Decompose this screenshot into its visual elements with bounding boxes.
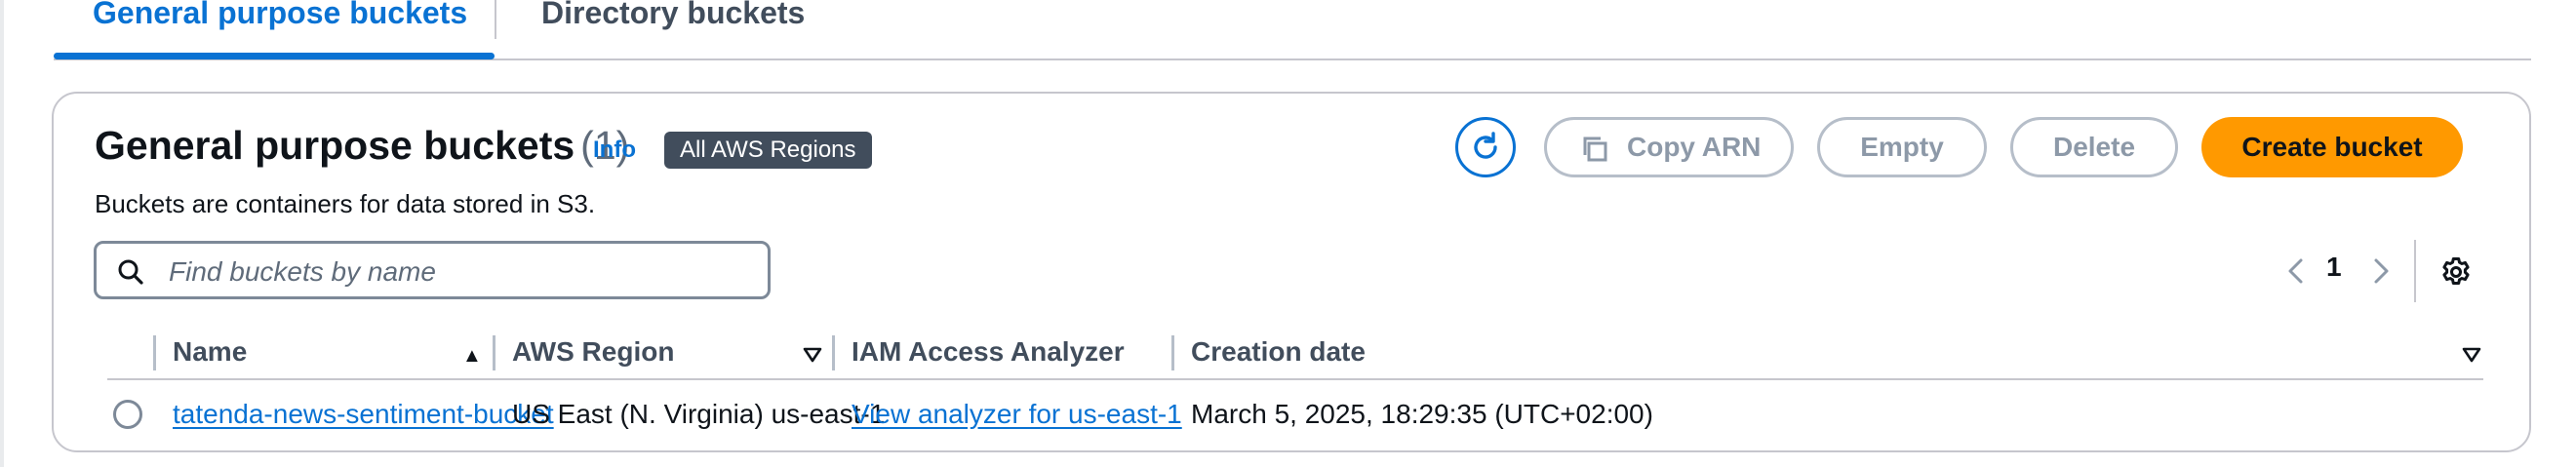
- bucket-name-link[interactable]: tatenda-news-sentiment-bucket: [173, 399, 554, 430]
- table-description: Buckets are containers for data stored i…: [95, 189, 596, 218]
- copy-icon: [1583, 136, 1607, 162]
- column-header-region[interactable]: AWS Region: [512, 336, 674, 368]
- column-divider[interactable]: [832, 335, 835, 370]
- tab-label: General purpose buckets: [93, 0, 468, 30]
- copy-arn-button[interactable]: Copy ARN: [1544, 117, 1794, 177]
- tab-divider: [495, 0, 496, 39]
- bucket-region: US East (N. Virginia) us-east-1: [512, 399, 886, 429]
- search-field[interactable]: [94, 241, 771, 299]
- page-left-border: [0, 0, 4, 467]
- region-badge: All AWS Regions: [664, 132, 872, 169]
- table-header: Name ▲ AWS Region IAM Access Analyzer Cr…: [107, 328, 2483, 380]
- bucket-type-tabs: General purpose buckets Directory bucket…: [54, 0, 2531, 60]
- buckets-table-container: General purpose buckets (1) Info All AWS …: [52, 92, 2531, 452]
- bucket-creation-date: March 5, 2025, 18:29:35 (UTC+02:00): [1191, 399, 1653, 429]
- copy-arn-label: Copy ARN: [1627, 132, 1762, 162]
- row-select-radio[interactable]: [113, 400, 142, 429]
- refresh-icon: [1474, 132, 1497, 159]
- column-header-access-analyzer[interactable]: IAM Access Analyzer: [852, 336, 1125, 368]
- sort-ascending-icon[interactable]: ▲: [462, 345, 482, 368]
- search-icon: [118, 259, 143, 285]
- create-bucket-button[interactable]: Create bucket: [2201, 117, 2463, 177]
- table-row: tatenda-news-sentiment-bucket US East (N…: [107, 378, 2483, 448]
- empty-button[interactable]: Empty: [1817, 117, 1987, 177]
- page-title: General purpose buckets (1): [95, 123, 629, 168]
- refresh-button[interactable]: [1455, 117, 1516, 177]
- delete-button[interactable]: Delete: [2010, 117, 2178, 177]
- column-header-creation-date[interactable]: Creation date: [1191, 336, 1366, 368]
- info-link[interactable]: Info: [593, 136, 636, 164]
- search-input[interactable]: [167, 252, 756, 292]
- tab-label: Directory buckets: [541, 0, 806, 30]
- column-divider: [153, 335, 156, 370]
- column-header-name[interactable]: Name: [173, 336, 247, 368]
- sort-descending-icon[interactable]: [2462, 347, 2481, 363]
- sort-descending-icon[interactable]: [803, 347, 822, 363]
- tab-general-purpose-buckets[interactable]: General purpose buckets: [54, 0, 495, 59]
- chevron-right-icon[interactable]: [2372, 257, 2392, 285]
- access-analyzer-link[interactable]: View analyzer for us-east-1: [852, 399, 1182, 430]
- title-text: General purpose buckets: [95, 123, 575, 168]
- active-tab-indicator: [54, 53, 495, 59]
- tab-directory-buckets[interactable]: Directory buckets: [541, 0, 892, 57]
- pagination-divider: [2414, 240, 2416, 302]
- gear-icon[interactable]: [2439, 255, 2473, 289]
- chevron-left-icon[interactable]: [2285, 257, 2305, 285]
- column-divider[interactable]: [1171, 335, 1174, 370]
- column-divider[interactable]: [493, 335, 495, 370]
- current-page-number[interactable]: 1: [2326, 252, 2342, 283]
